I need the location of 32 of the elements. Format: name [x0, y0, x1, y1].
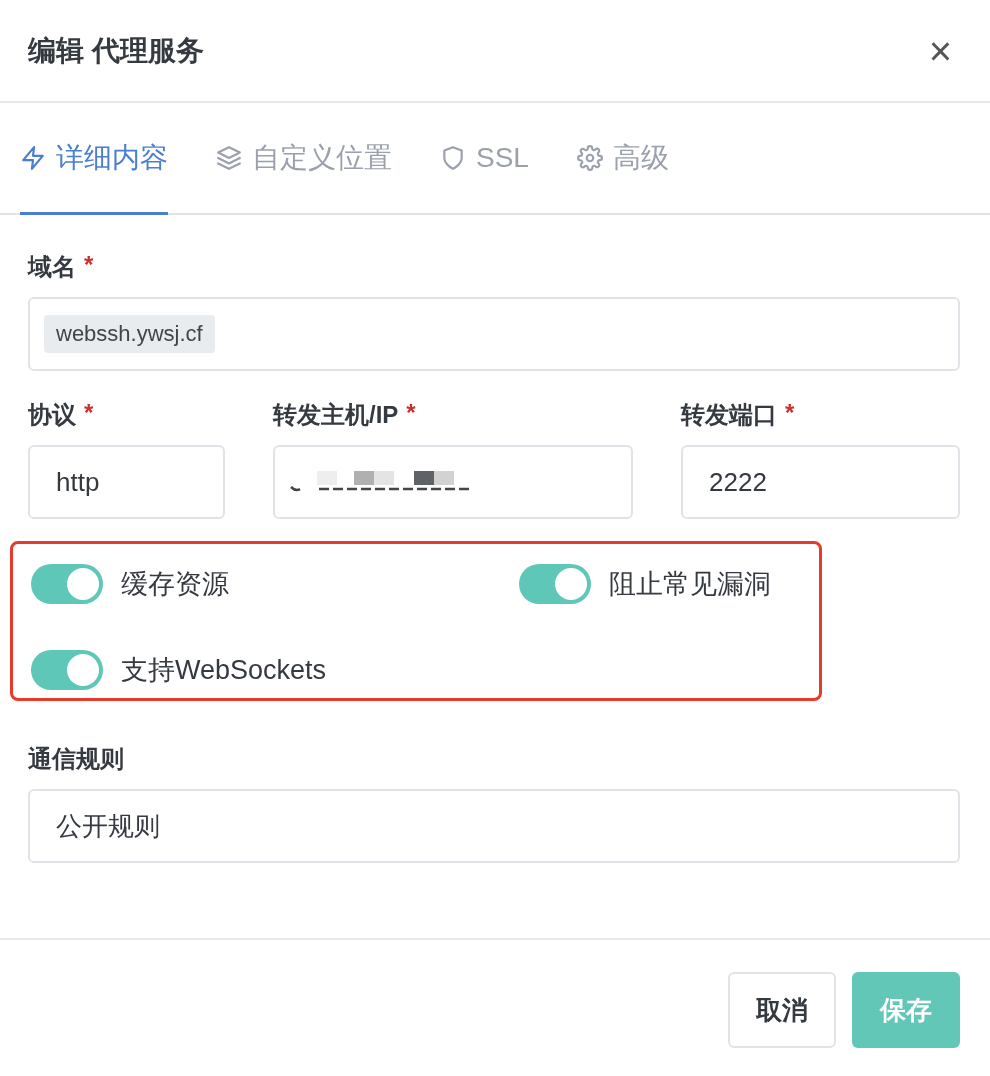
select-field[interactable]: 公开规则	[28, 789, 960, 863]
cancel-button[interactable]: 取消	[728, 972, 836, 1048]
settings-icon	[576, 144, 603, 171]
required-mark: *	[785, 399, 795, 428]
field-value: http	[55, 466, 100, 498]
toggle-label: 缓存资源	[121, 568, 229, 601]
toggle-label: 阻止常见漏洞	[609, 568, 771, 601]
toggle-switch[interactable]	[31, 650, 103, 690]
input-field[interactable]	[273, 445, 633, 519]
field-label: 转发端口	[681, 400, 777, 430]
input-field[interactable]: http	[28, 445, 225, 519]
toggle-switch[interactable]	[519, 564, 591, 604]
required-mark: *	[406, 399, 416, 428]
field-label: 通信规则	[28, 744, 124, 774]
field-label: 域名	[28, 252, 76, 282]
toggle-switch[interactable]	[31, 564, 103, 604]
required-mark: *	[84, 251, 94, 280]
domain-chip[interactable]: webssh.ywsj.cf	[44, 315, 215, 353]
toggle-label: 支持WebSockets	[121, 654, 327, 687]
close-button[interactable]: ×	[928, 30, 952, 71]
input-field[interactable]: 2222	[681, 445, 960, 519]
field-label: 转发主机/IP	[273, 400, 399, 430]
shield-icon	[440, 144, 466, 171]
input-field[interactable]: webssh.ywsj.cf	[28, 297, 960, 371]
dialog-title: 编辑 代理服务	[28, 33, 204, 68]
layers-icon	[216, 144, 242, 171]
tab[interactable]: 详细内容	[20, 103, 168, 215]
bolt-icon	[20, 144, 46, 171]
field-value: 公开规则	[55, 809, 160, 843]
required-mark: *	[84, 399, 94, 428]
field-value: 2222	[708, 466, 767, 498]
field-label: 协议	[28, 400, 76, 430]
